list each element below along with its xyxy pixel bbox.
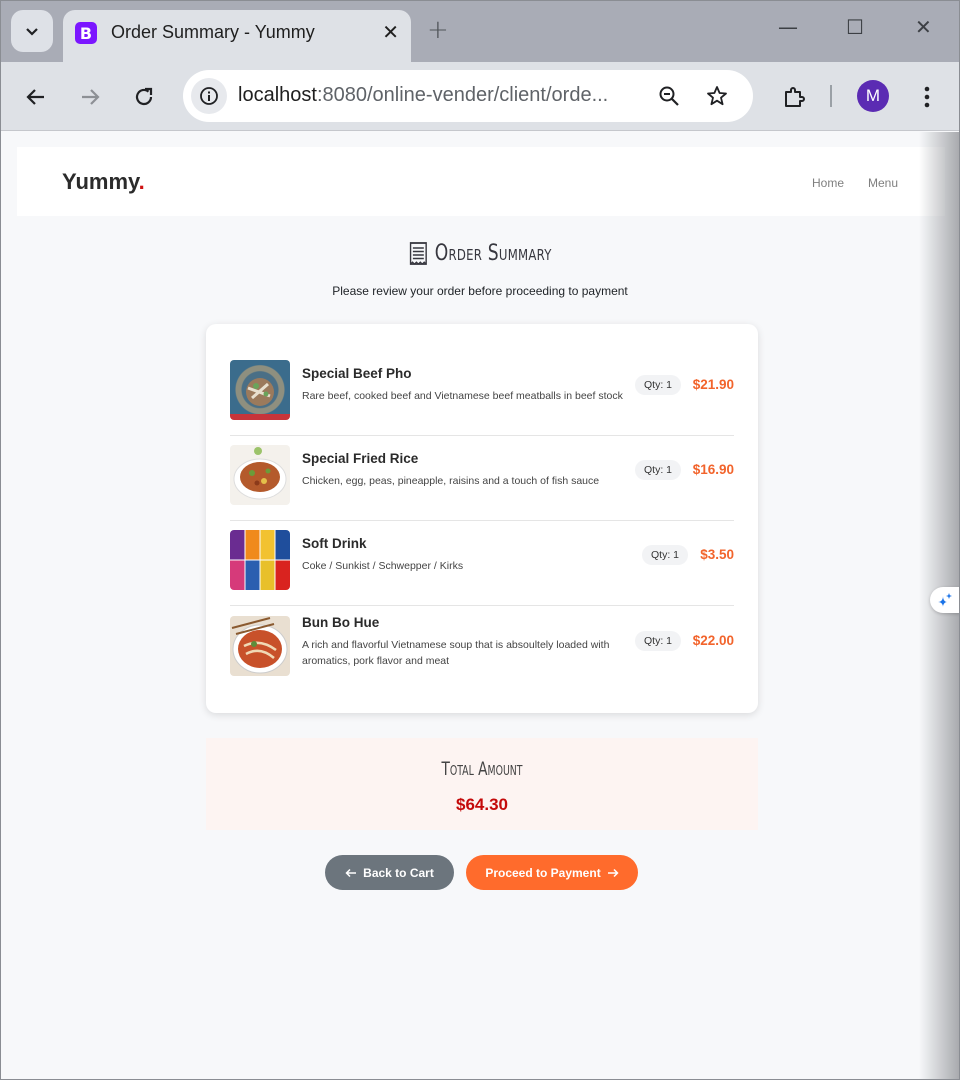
tab-order-summary[interactable]: B Order Summary - Yummy ✕ [63,10,411,62]
logo-dot: . [138,169,145,194]
site-info-icon[interactable] [191,78,227,114]
total-amount-box: Total Amount $64.30 [206,738,758,830]
item-name: Special Beef Pho [302,366,412,381]
toolbar-separator [830,85,832,107]
logo-text: Yummy [62,169,139,194]
address-bar[interactable]: localhost:8080/online-vender/client/orde… [183,70,753,122]
item-image [230,616,290,676]
sparkle-icon [938,593,952,607]
reload-icon[interactable] [126,79,162,115]
nav-menu-link[interactable]: Menu [868,176,898,190]
favicon: B [75,22,97,44]
more-vert-icon[interactable] [909,79,945,115]
zoom-icon[interactable] [655,82,683,110]
receipt-icon [409,242,427,265]
page-title: Order Summary [1,240,959,271]
total-value: $64.30 [456,795,508,814]
item-image [230,445,290,505]
item-description: Rare beef, cooked beef and Vietnamese be… [302,390,623,402]
page-title-text: Order Summary [434,240,552,266]
arrow-left-icon [345,868,357,877]
tab-title: Order Summary - Yummy [111,22,315,42]
item-description: A rich and flavorful Vietnamese soup tha… [302,639,610,667]
proceed-to-payment-button[interactable]: Proceed to Payment [466,855,638,890]
qty-badge: Qty: 1 [635,460,682,480]
item-name: Soft Drink [302,536,367,551]
maximize-icon[interactable]: ☐ [846,15,864,39]
extensions-icon[interactable] [776,79,812,115]
item-description: Chicken, egg, peas, pineapple, raisins a… [302,475,600,487]
qty-badge: Qty: 1 [642,545,689,565]
proceed-to-payment-label: Proceed to Payment [485,865,601,880]
order-item: Special Fried Rice Chicken, egg, peas, p… [230,436,734,521]
window-close-icon[interactable]: ✕ [915,15,932,39]
order-item: Special Beef Pho Rare beef, cooked beef … [230,351,734,436]
back-to-cart-button[interactable]: Back to Cart [325,855,454,890]
bookmark-star-icon[interactable] [703,82,731,110]
minimize-icon[interactable]: — [778,15,798,39]
back-arrow-icon[interactable] [18,79,54,115]
item-name: Special Fried Rice [302,451,419,466]
site-header: Yummy. Home Menu [17,147,945,216]
back-to-cart-label: Back to Cart [363,865,434,880]
order-items-card: Special Beef Pho Rare beef, cooked beef … [206,324,758,713]
browser-toolbar: localhost:8080/online-vender/client/orde… [1,62,959,131]
url-text[interactable]: localhost:8080/online-vender/client/orde… [238,84,638,107]
floating-assistant-button[interactable] [930,587,959,613]
item-description: Coke / Sunkist / Schwepper / Kirks [302,560,464,572]
qty-badge: Qty: 1 [635,375,682,395]
order-item: Soft Drink Coke / Sunkist / Schwepper / … [230,521,734,606]
tab-bar: B Order Summary - Yummy ✕ + — ☐ ✕ [1,1,959,62]
close-icon[interactable]: ✕ [382,20,399,44]
site-logo[interactable]: Yummy. [62,169,145,195]
browser-window: B Order Summary - Yummy ✕ + — ☐ ✕ localh… [0,0,960,1080]
chevron-down-icon [26,28,38,36]
arrow-right-icon [607,868,619,877]
forward-arrow-icon[interactable] [72,79,108,115]
order-item: Bun Bo Hue A rich and flavorful Vietname… [230,606,734,691]
qty-badge: Qty: 1 [635,631,682,651]
url-path: :8080/online-vender/client/orde... [316,84,609,106]
item-price: $3.50 [700,547,734,562]
item-price: $16.90 [692,462,734,477]
total-label: Total Amount [441,758,523,780]
item-name: Bun Bo Hue [302,615,380,630]
page-subtitle: Please review your order before proceedi… [332,284,628,298]
item-price: $22.00 [692,633,734,648]
url-host: localhost [238,84,317,106]
item-image [230,360,290,420]
avatar[interactable]: M [857,80,889,112]
item-image [230,530,290,590]
page-content: Yummy. Home Menu Order Summary Please re… [1,132,959,1079]
item-price: $21.90 [692,377,734,392]
new-tab-icon[interactable]: + [427,15,449,45]
tab-search-button[interactable] [11,10,53,52]
nav-home-link[interactable]: Home [812,176,844,190]
